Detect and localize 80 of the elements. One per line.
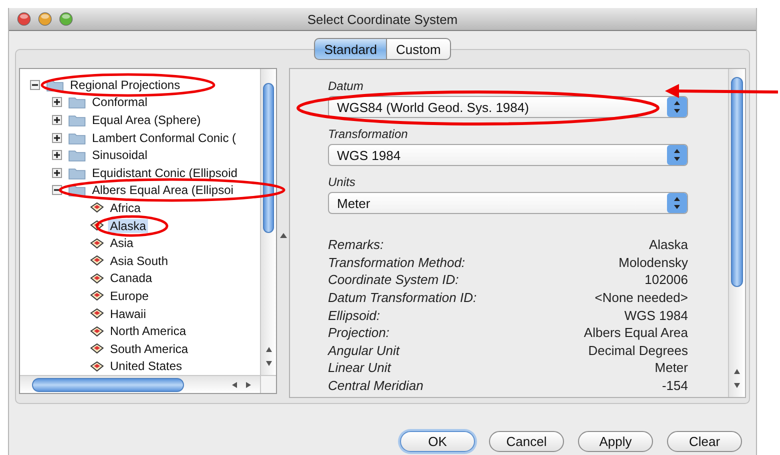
- map-icon: [90, 202, 104, 214]
- dialog-button[interactable]: Clear: [667, 431, 742, 452]
- tree-item[interactable]: Hawaii: [108, 306, 148, 321]
- stepper-icon: [667, 97, 687, 117]
- tree-item[interactable]: Africa: [108, 200, 143, 215]
- field-label: Units: [328, 175, 356, 189]
- zoom-icon[interactable]: [59, 12, 73, 26]
- map-icon: [90, 290, 104, 302]
- map-icon: [90, 238, 104, 249]
- field-label: Datum: [328, 79, 364, 93]
- detail-value: Molodensky: [618, 254, 688, 270]
- detail-value: Decimal Degrees: [588, 342, 688, 358]
- detail-label: Transformation Method:: [328, 254, 466, 270]
- detail-value: Albers Equal Area: [584, 325, 688, 340]
- splitter-arrow-icon[interactable]: [280, 233, 286, 238]
- folder-icon: [68, 112, 86, 127]
- dropdown[interactable]: Meter: [328, 192, 688, 214]
- detail-label: Ellipsoid:: [328, 308, 380, 323]
- minimize-icon[interactable]: [38, 12, 52, 26]
- dialog-button[interactable]: Apply: [578, 431, 653, 452]
- map-icon: [90, 360, 104, 372]
- tree-item[interactable]: Equal Area (Sphere): [90, 112, 203, 127]
- expand-icon[interactable]: [52, 150, 62, 160]
- tab[interactable]: Custom: [386, 38, 451, 60]
- detail-value: Meter: [654, 360, 688, 376]
- horizontal-scrollbar[interactable]: [20, 375, 260, 393]
- tree-item[interactable]: Alaska: [108, 218, 148, 233]
- detail-value: WGS 1984: [624, 308, 688, 323]
- detail-label: Coordinate System ID:: [328, 272, 459, 288]
- collapse-icon[interactable]: [30, 80, 40, 90]
- vertical-scrollbar[interactable]: [260, 69, 276, 375]
- detail-value: Alaska: [648, 237, 688, 252]
- tree-item[interactable]: Canada: [108, 271, 154, 286]
- tree-item[interactable]: Regional Projections: [68, 78, 182, 92]
- dialog-button[interactable]: OK: [400, 431, 475, 452]
- expand-icon[interactable]: [52, 97, 62, 108]
- tree-item[interactable]: South America: [108, 342, 190, 356]
- folder-icon: [68, 95, 86, 110]
- map-icon: [90, 343, 104, 354]
- vertical-scrollbar[interactable]: [728, 69, 745, 397]
- map-icon: [90, 326, 104, 337]
- map-icon: [90, 308, 104, 320]
- stepper-icon: [667, 145, 687, 165]
- map-icon: [90, 255, 104, 266]
- tree-item[interactable]: Albers Equal Area (Ellipsoi: [90, 183, 236, 198]
- dropdown[interactable]: WGS 1984: [328, 144, 688, 166]
- tree-item[interactable]: Asia South: [108, 254, 170, 268]
- field-label: Transformation: [328, 127, 408, 141]
- detail-label: Linear Unit: [328, 360, 391, 376]
- expand-icon[interactable]: [52, 168, 62, 178]
- detail-label: Angular Unit: [328, 342, 400, 358]
- tree-item[interactable]: North America: [108, 324, 188, 338]
- stepper-icon: [667, 193, 687, 213]
- tree-item[interactable]: Asia: [108, 236, 136, 250]
- detail-value: -154: [662, 378, 688, 394]
- window-title: Select Coordinate System: [307, 12, 458, 26]
- detail-label: Datum Transformation ID:: [328, 290, 477, 306]
- map-icon: [90, 220, 104, 232]
- tree-item[interactable]: Conformal: [90, 95, 150, 110]
- dropdown[interactable]: WGS84 (World Geod. Sys. 1984): [328, 96, 688, 118]
- detail-label: Projection:: [328, 325, 390, 340]
- tree-item[interactable]: Europe: [108, 288, 151, 303]
- collapse-icon[interactable]: [52, 185, 62, 196]
- tree-item[interactable]: Lambert Conformal Conic (: [90, 130, 238, 145]
- folder-icon: [68, 148, 86, 162]
- expand-icon[interactable]: [52, 114, 62, 125]
- tab[interactable]: Standard: [314, 38, 387, 60]
- detail-label: Remarks:: [328, 237, 384, 252]
- close-icon[interactable]: [17, 12, 31, 26]
- expand-icon[interactable]: [52, 132, 62, 143]
- detail-value: 102006: [644, 272, 688, 288]
- map-icon: [90, 272, 104, 284]
- tree-item[interactable]: United States: [108, 359, 184, 374]
- detail-label: Central Meridian: [328, 378, 424, 394]
- dialog-button[interactable]: Cancel: [489, 431, 564, 452]
- folder-icon: [68, 166, 86, 180]
- tree-item[interactable]: Equidistant Conic (Ellipsoid: [90, 166, 240, 180]
- detail-value: <None needed>: [594, 290, 688, 306]
- folder-icon: [68, 130, 86, 145]
- tree-item[interactable]: Sinusoidal: [90, 148, 150, 162]
